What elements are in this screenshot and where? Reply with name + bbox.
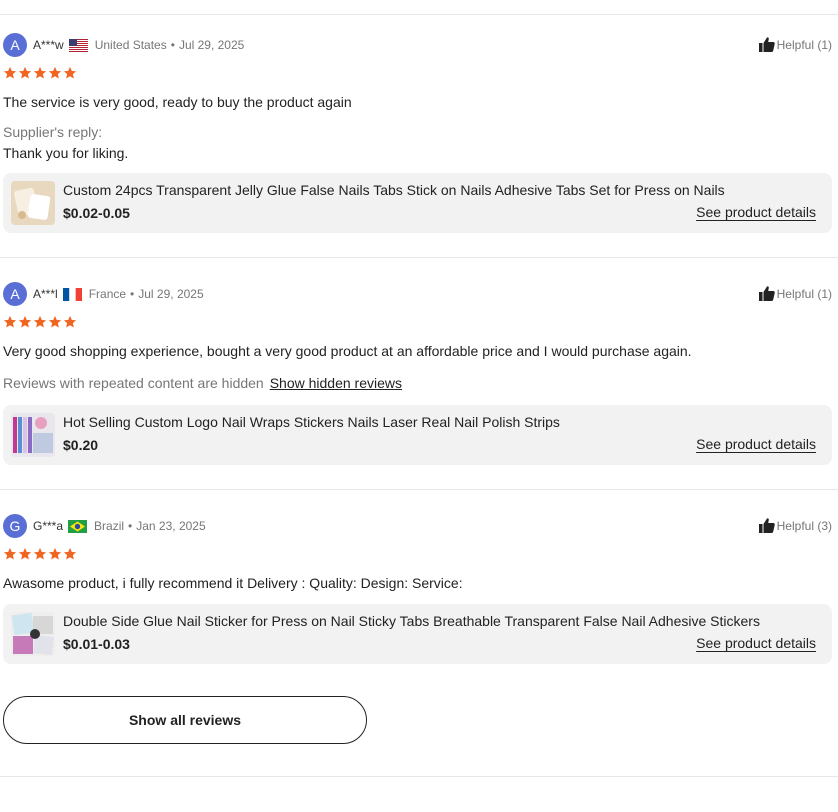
helpful-button[interactable]: Helpful (1) [758, 286, 832, 301]
product-thumbnail [11, 413, 55, 457]
helpful-button[interactable]: Helpful (1) [758, 37, 832, 52]
thumbs-up-icon [758, 518, 775, 533]
review-divider [0, 257, 838, 258]
star-icon [3, 66, 17, 79]
review-text: Awasome product, i fully recommend it De… [3, 575, 463, 591]
review-item: A A***w United States • Jul 29, 2025 Hel… [0, 32, 838, 242]
star-rating [3, 315, 78, 329]
reviewer-name: G***a [33, 519, 64, 533]
review-header: A A***w United States • Jul 29, 2025 [3, 32, 244, 58]
review-divider [0, 489, 838, 490]
product-price: $0.01-0.03 [63, 636, 130, 652]
hidden-reviews-label: Reviews with repeated content are hidden [3, 375, 264, 391]
review-date: Jul 29, 2025 [138, 287, 204, 301]
top-divider [0, 14, 838, 15]
see-product-details-link[interactable]: See product details [696, 436, 816, 452]
product-thumbnail [11, 612, 55, 656]
supplier-reply-text: Thank you for liking. [3, 145, 129, 161]
product-price: $0.20 [63, 437, 99, 453]
product-title[interactable]: Hot Selling Custom Logo Nail Wraps Stick… [63, 414, 560, 430]
avatar: G [3, 514, 27, 538]
review-header: A A***l France • Jul 29, 2025 [3, 281, 204, 307]
separator-dot: • [170, 38, 175, 52]
reviewer-country: United States [94, 38, 167, 52]
show-hidden-reviews-link[interactable]: Show hidden reviews [270, 375, 402, 391]
bottom-divider [0, 776, 838, 777]
helpful-label: Helpful (1) [776, 37, 832, 52]
helpful-button[interactable]: Helpful (3) [758, 518, 832, 533]
review-text: Very good shopping experience, bought a … [3, 343, 692, 359]
hidden-reviews-note: Reviews with repeated content are hidden… [3, 375, 402, 391]
star-icon [33, 66, 47, 79]
product-card[interactable]: Hot Selling Custom Logo Nail Wraps Stick… [3, 405, 832, 465]
show-all-reviews-button[interactable]: Show all reviews [3, 696, 367, 744]
reviewer-name: A***l [33, 287, 58, 301]
brazil-flag-icon [68, 519, 88, 533]
separator-dot: • [128, 519, 133, 533]
star-icon [3, 315, 17, 328]
star-icon [63, 66, 77, 79]
reviewer-country: Brazil [94, 519, 125, 533]
helpful-label: Helpful (1) [776, 286, 832, 301]
see-product-details-link[interactable]: See product details [696, 204, 816, 220]
review-date: Jan 23, 2025 [136, 519, 206, 533]
star-icon [63, 547, 77, 560]
star-icon [48, 66, 62, 79]
review-text: The service is very good, ready to buy t… [3, 94, 352, 110]
product-thumbnail [11, 181, 55, 225]
product-title[interactable]: Custom 24pcs Transparent Jelly Glue Fals… [63, 182, 725, 198]
reviewer-country: France [88, 287, 127, 301]
us-flag-icon [68, 38, 88, 52]
star-icon [18, 66, 32, 79]
review-item: A A***l France • Jul 29, 2025 Helpful (1… [0, 281, 838, 481]
reviewer-name: A***w [33, 38, 64, 52]
france-flag-icon [62, 287, 82, 301]
thumbs-up-icon [758, 37, 775, 52]
review-date: Jul 29, 2025 [178, 38, 245, 52]
product-price: $0.02-0.05 [63, 205, 130, 221]
star-icon [33, 315, 47, 328]
star-icon [33, 547, 47, 560]
star-rating [3, 547, 78, 561]
avatar: A [3, 282, 27, 306]
star-icon [63, 315, 77, 328]
star-icon [48, 547, 62, 560]
star-icon [18, 315, 32, 328]
review-header: G G***a Brazil • Jan 23, 2025 [3, 513, 206, 539]
review-item: G G***a Brazil • Jan 23, 2025 Helpful (3… [0, 513, 838, 673]
supplier-reply-label: Supplier's reply: [3, 124, 103, 140]
star-icon [3, 547, 17, 560]
star-icon [18, 547, 32, 560]
see-product-details-link[interactable]: See product details [696, 635, 816, 651]
star-rating [3, 66, 78, 80]
product-title[interactable]: Double Side Glue Nail Sticker for Press … [63, 613, 760, 629]
product-card[interactable]: Double Side Glue Nail Sticker for Press … [3, 604, 832, 664]
avatar: A [3, 33, 27, 57]
star-icon [48, 315, 62, 328]
product-card[interactable]: Custom 24pcs Transparent Jelly Glue Fals… [3, 173, 832, 233]
separator-dot: • [130, 287, 135, 301]
helpful-label: Helpful (3) [776, 518, 832, 533]
thumbs-up-icon [758, 286, 775, 301]
